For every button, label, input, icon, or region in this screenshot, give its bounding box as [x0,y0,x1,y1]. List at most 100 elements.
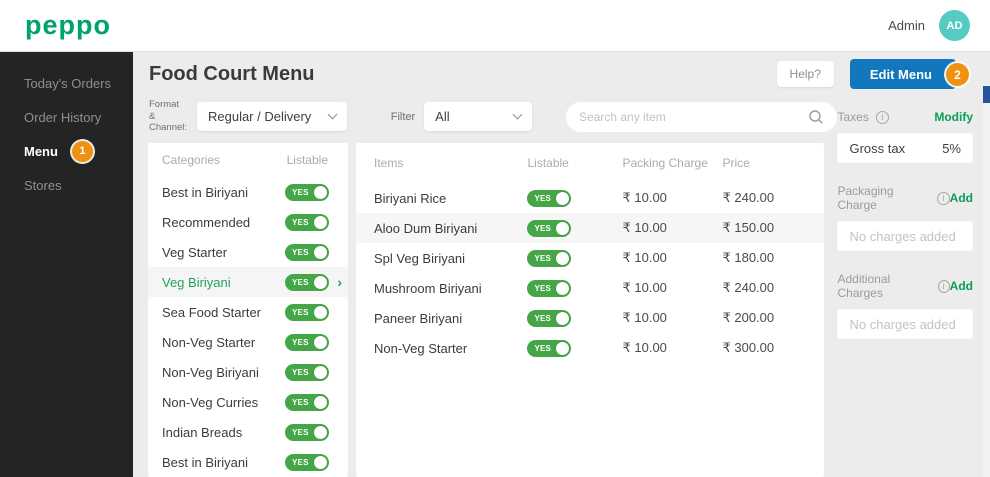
category-row[interactable]: Best in Biriyani YES [148,177,348,207]
toggle-knob [556,282,570,295]
format-channel-value: Regular / Delivery [207,109,312,124]
toggle-label: YES [292,337,309,347]
sidebar-item-label: Order History [24,109,102,125]
item-row[interactable]: Paneer Biriyani YES ₹ 10.00 ₹ 200.00 [356,303,824,333]
filter-label: Filter [390,110,416,123]
item-packing-charge: ₹ 10.00 [622,220,667,235]
listable-toggle[interactable]: YES [285,423,329,441]
listable-toggle[interactable]: YES [285,213,329,231]
item-row[interactable]: Spl Veg Biriyani YES ₹ 10.00 ₹ 180.00 [356,243,824,273]
listable-toggle[interactable]: YES [285,183,329,201]
toggle-label: YES [292,397,309,407]
sidebar: Today's Orders Order History Menu 1 Stores [0,52,133,477]
toggle-label: YES [534,224,552,233]
scrollbar-thumb[interactable] [983,86,990,103]
search-box[interactable] [566,101,838,132]
toggle-knob [314,335,327,349]
toggle-knob [314,245,327,259]
category-name: Non-Veg Curries [162,394,259,410]
category-row[interactable]: Veg Biriyani YES › [148,267,348,297]
format-channel-dropdown[interactable]: Regular / Delivery [196,102,347,131]
sidebar-item-order-history[interactable]: Order History [0,100,133,134]
listable-toggle[interactable]: YES [527,190,572,207]
sidebar-item-today-s-orders[interactable]: Today's Orders [0,66,133,100]
edit-menu-button[interactable]: Edit Menu 2 [849,59,969,89]
category-name: Non-Veg Starter [162,334,256,350]
items-panel: Items Listable Packing Charge Price Biri… [356,143,825,477]
category-name: Veg Biriyani [162,274,231,290]
price-col-header: Price [722,156,750,170]
taxes-modify-link[interactable]: Modify [934,110,973,124]
listable-toggle[interactable]: YES [527,340,572,357]
additional-charges-section: Additional Charges i Add No charges adde… [837,272,973,339]
sidebar-badge: 1 [71,140,93,162]
info-icon[interactable]: i [875,110,889,124]
item-row[interactable]: Aloo Dum Biriyani YES ₹ 10.00 ₹ 150.00 [356,213,825,243]
sidebar-item-menu[interactable]: Menu 1 [0,134,133,168]
brand-logo: peppo [25,10,111,40]
item-row[interactable]: Non-Veg Starter YES ₹ 10.00 ₹ 300.00 [356,333,824,363]
categories-listable-header: Listable [286,153,328,167]
category-name: Veg Starter [162,244,228,260]
category-row[interactable]: Non-Veg Starter YES [148,327,348,357]
category-row[interactable]: Recommended YES [148,207,348,237]
toggle-label: YES [292,247,309,257]
categories-header-label: Categories [162,153,221,167]
listable-toggle[interactable]: YES [285,273,329,291]
toggle-knob [314,365,327,379]
item-packing-charge: ₹ 10.00 [622,280,667,295]
categories-panel: Categories Listable Best in Biriyani YES R… [148,143,348,477]
page-title: Food Court Menu [149,62,315,85]
category-row[interactable]: Indian Breads YES [148,417,348,447]
chevron-down-icon [512,109,523,120]
info-icon[interactable]: i [937,279,950,293]
scrollbar[interactable] [983,85,990,477]
toggle-knob [556,192,570,205]
sidebar-item-stores[interactable]: Stores [0,168,133,202]
listable-toggle[interactable]: YES [285,303,329,321]
toggle-label: YES [534,284,552,293]
listable-toggle[interactable]: YES [527,310,572,327]
listable-toggle[interactable]: YES [285,453,329,471]
listable-toggle[interactable]: YES [285,393,329,411]
item-row[interactable]: Mushroom Biriyani YES ₹ 10.00 ₹ 240.00 [356,273,824,303]
toggle-knob [314,395,327,409]
gross-tax-label: Gross tax [849,140,906,156]
toggle-knob [556,342,570,355]
chevron-down-icon [327,109,338,120]
listable-toggle[interactable]: YES [285,363,329,381]
category-row[interactable]: Non-Veg Curries YES [148,387,348,417]
help-button[interactable]: Help? [776,61,834,87]
packaging-charge-label: Packaging Charge [837,184,894,212]
info-icon[interactable]: i [937,191,950,205]
additional-add-link[interactable]: Add [950,279,973,293]
toggle-label: YES [534,254,552,263]
search-input[interactable] [579,109,809,124]
toggle-label: YES [292,367,309,377]
category-name: Sea Food Starter [162,304,261,320]
item-price: ₹ 180.00 [722,250,775,265]
avatar[interactable]: AD [939,10,970,41]
packing-col-header: Packing Charge [622,156,708,170]
category-row[interactable]: Veg Starter YES [148,237,348,267]
listable-toggle[interactable]: YES [285,243,329,261]
toggle-label: YES [534,314,552,323]
category-name: Indian Breads [162,424,243,440]
packaging-add-link[interactable]: Add [950,191,973,205]
listable-toggle[interactable]: YES [527,280,572,297]
toggle-knob [314,275,327,289]
category-row[interactable]: Sea Food Starter YES [148,297,348,327]
category-row[interactable]: Non-Veg Biriyani YES [148,357,348,387]
item-row[interactable]: Biriyani Rice YES ₹ 10.00 ₹ 240.00 [356,183,824,213]
listable-toggle[interactable]: YES [527,220,572,237]
taxes-label: Taxes [837,110,869,124]
gross-tax-card: Gross tax 5% [837,133,973,163]
toggle-knob [556,222,570,235]
listable-toggle[interactable]: YES [285,333,329,351]
toggle-knob [314,425,327,439]
listable-toggle[interactable]: YES [527,250,572,267]
sidebar-items: Today's Orders Order History Menu 1 Stores [0,66,133,202]
edit-menu-badge: 2 [946,63,969,86]
filter-dropdown[interactable]: All [424,102,532,131]
category-row[interactable]: Best in Biriyani YES [148,447,348,477]
